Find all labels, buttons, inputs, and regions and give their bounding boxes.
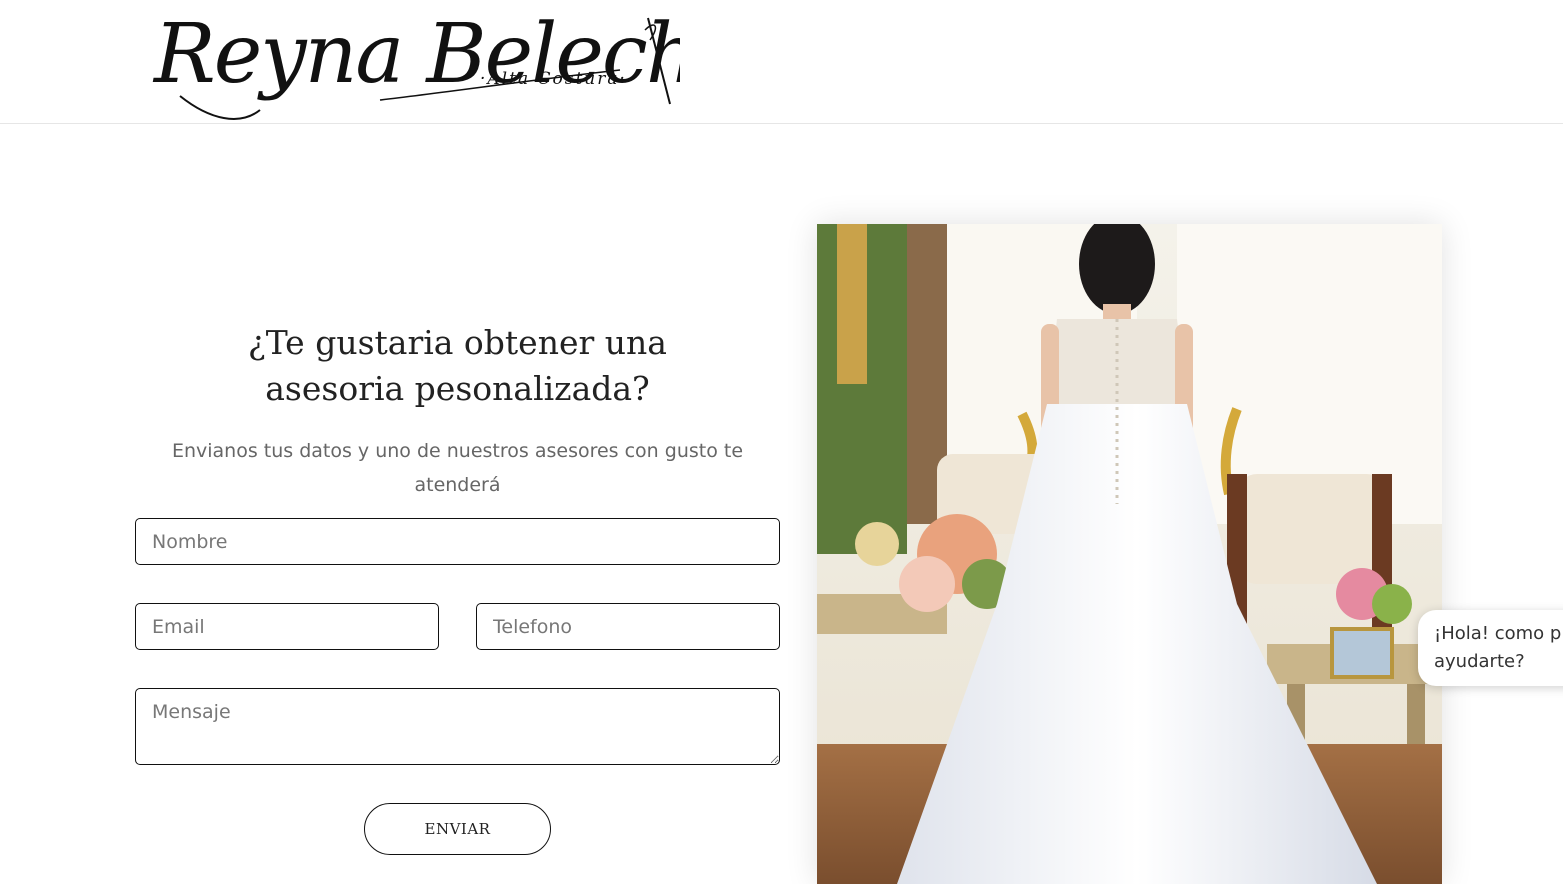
svg-text:·Alta Costura·: ·Alta Costura·	[480, 69, 627, 89]
message-textarea[interactable]	[135, 688, 780, 765]
contact-heading: ¿Te gustaria obtener una asesoria pesona…	[248, 323, 667, 408]
chat-greeting-bubble[interactable]: ¡Hola! como p ayudarte?	[1418, 610, 1563, 686]
site-header: Reyna Beleche ·Alta Costura·	[0, 0, 1563, 124]
name-input[interactable]	[135, 518, 780, 565]
email-input[interactable]	[135, 603, 439, 650]
send-button[interactable]: ENVIAR	[364, 803, 551, 855]
contact-subtext: Envianos tus datos y uno de nuestros ase…	[171, 440, 744, 496]
phone-input[interactable]	[476, 603, 780, 650]
bride-photo	[817, 224, 1442, 884]
contact-section: ¿Te gustaria obtener una asesoria pesona…	[135, 320, 780, 502]
chat-greeting-line1: ¡Hola! como p	[1434, 623, 1562, 644]
chat-greeting-line2: ayudarte?	[1434, 651, 1525, 672]
brand-logo[interactable]: Reyna Beleche ·Alta Costura·	[150, 0, 680, 128]
